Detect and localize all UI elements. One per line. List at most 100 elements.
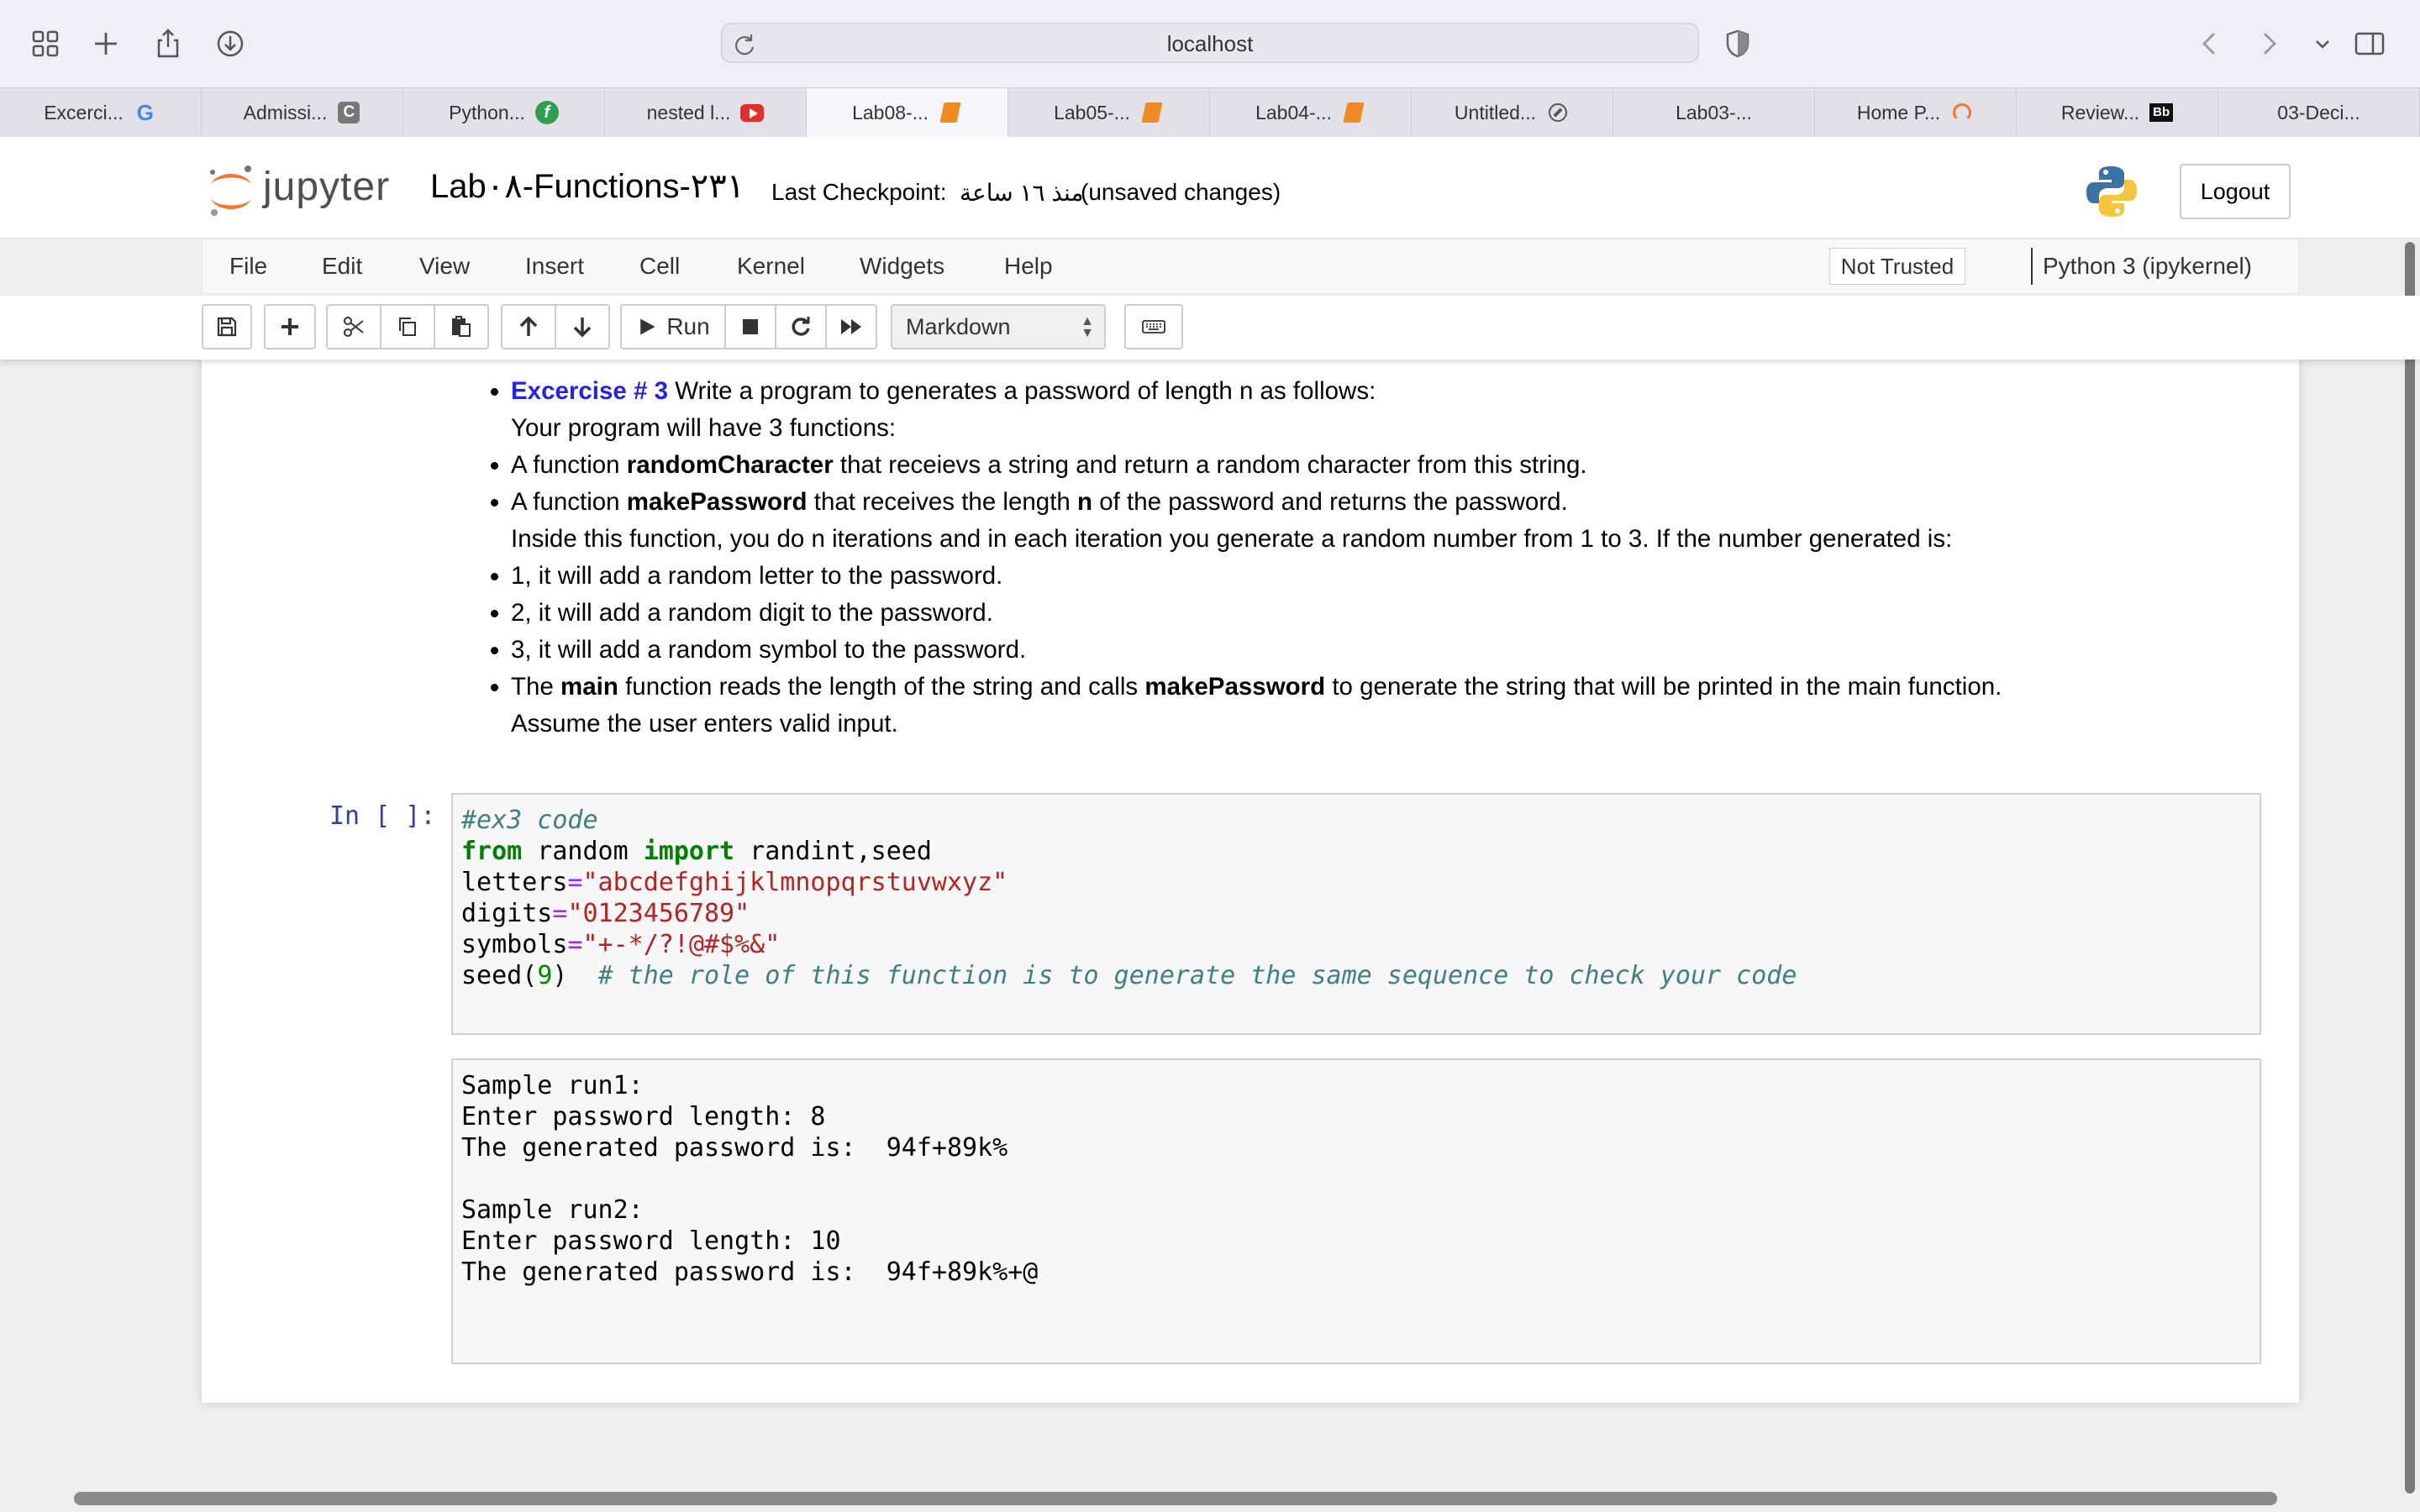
browser-tab[interactable]: Lab04-... xyxy=(1210,88,1412,137)
insert-cell-button[interactable] xyxy=(264,304,316,349)
jupyter-header: jupyter Lab٠٨-Functions-٢٣١ Last Checkpo… xyxy=(0,137,2420,239)
cell-type-value: Markdown xyxy=(906,314,1011,339)
fast-forward-icon xyxy=(841,319,861,334)
chevron-down-icon[interactable] xyxy=(2299,20,2346,67)
text: Inside this function, you do n iteration… xyxy=(511,525,1953,553)
text: A function xyxy=(511,451,627,479)
browser-tab-label: Lab03-... xyxy=(1676,101,1752,123)
restart-button[interactable] xyxy=(775,304,827,349)
cut-button[interactable] xyxy=(326,304,381,349)
output-text: Sample run1: Enter password length: 8 Th… xyxy=(453,1060,2260,1298)
share-icon[interactable] xyxy=(145,20,192,67)
notebook-icon xyxy=(1342,101,1365,124)
forward-icon[interactable] xyxy=(2245,20,2292,67)
browser-tab[interactable]: Python... f xyxy=(403,88,605,137)
plus-icon xyxy=(281,318,298,335)
notebook-name[interactable]: Lab٠٨-Functions-٢٣١ xyxy=(430,167,744,206)
trust-badge[interactable]: Not Trusted xyxy=(1829,248,1965,285)
privacy-shield-icon[interactable] xyxy=(1714,20,1761,67)
browser-tab-label: Lab08-... xyxy=(852,101,929,123)
text: that receievs a string and return a rand… xyxy=(833,451,1587,479)
list-item: A function makePassword that receives th… xyxy=(511,484,2252,558)
browser-tab-label: Untitled... xyxy=(1454,101,1537,123)
menu-file[interactable]: File xyxy=(229,253,267,280)
code-operator: = xyxy=(567,868,583,897)
play-icon xyxy=(640,318,655,335)
menu-kernel[interactable]: Kernel xyxy=(737,253,805,280)
keyboard-icon xyxy=(1142,320,1165,333)
code-cell[interactable]: #ex3 code from random import randint,see… xyxy=(451,793,2261,1035)
run-button[interactable]: Run xyxy=(620,304,726,349)
menu-edit[interactable]: Edit xyxy=(322,253,362,280)
menu-view[interactable]: View xyxy=(419,253,470,280)
browser-tab-label: Lab05-... xyxy=(1054,101,1130,123)
copy-button[interactable] xyxy=(380,304,435,349)
new-tab-icon[interactable] xyxy=(82,20,129,67)
sample-output-cell[interactable]: Sample run1: Enter password length: 8 Th… xyxy=(451,1058,2261,1364)
browser-tab[interactable]: 03-Deci... xyxy=(2218,88,2420,137)
interrupt-button[interactable] xyxy=(724,304,776,349)
code-string: "+-*/?!@#$%&" xyxy=(582,930,781,959)
back-icon[interactable] xyxy=(2186,20,2233,67)
autosave-status: (unsaved changes) xyxy=(1081,179,1281,205)
move-down-button[interactable] xyxy=(555,304,610,349)
jupyter-logo[interactable]: jupyter xyxy=(206,162,408,219)
checkpoint-time: منذ ١٦ ساعة xyxy=(960,180,1084,206)
download-icon[interactable] xyxy=(207,20,254,67)
markdown-cell[interactable]: Excercise # 3 Write a program to generat… xyxy=(487,373,2252,743)
browser-tab[interactable]: Admissi... C xyxy=(202,88,403,137)
browser-tab-label: Home P... xyxy=(1856,101,1941,123)
sidebar-toggle-icon[interactable] xyxy=(2346,20,2393,67)
menu-bar: File Edit View Insert Cell Kernel Widget… xyxy=(202,239,2299,294)
paste-button[interactable] xyxy=(434,304,489,349)
list-item: Excercise # 3 Write a program to generat… xyxy=(511,373,2252,447)
tab-overview-icon[interactable] xyxy=(22,20,69,67)
code-editor[interactable]: #ex3 code from random import randint,see… xyxy=(453,795,2260,1001)
browser-tab[interactable]: Home P... xyxy=(1815,88,2017,137)
code-text: ) xyxy=(552,961,598,990)
command-palette-button[interactable] xyxy=(1124,304,1183,349)
save-icon xyxy=(217,317,237,337)
save-button[interactable] xyxy=(202,304,252,349)
code-keyword: import xyxy=(643,837,735,866)
output-line: The generated password is: 94f+89k% xyxy=(461,1133,1008,1163)
browser-tab[interactable]: Lab08-... xyxy=(807,88,1008,137)
vertical-scrollbar-thumb[interactable] xyxy=(2405,242,2415,1494)
f-icon: f xyxy=(534,101,559,124)
notebook-toolbar: Run Markdown ▲ ▼ xyxy=(0,296,2420,360)
browser-tab-label: Excerci... xyxy=(44,101,124,123)
browser-tab[interactable]: Lab05-... xyxy=(1008,88,1210,137)
code-operator: = xyxy=(552,899,568,928)
output-line: Enter password length: 10 xyxy=(461,1226,841,1256)
menu-widgets[interactable]: Widgets xyxy=(860,253,944,280)
kernel-divider xyxy=(2031,248,2033,285)
browser-tab-label: Python... xyxy=(449,101,525,123)
bold-text: main xyxy=(560,673,618,701)
menu-cell[interactable]: Cell xyxy=(639,253,680,280)
output-line: Enter password length: 8 xyxy=(461,1102,826,1131)
menu-help[interactable]: Help xyxy=(1004,253,1053,280)
restart-run-all-button[interactable] xyxy=(825,304,877,349)
horizontal-scrollbar-thumb[interactable] xyxy=(74,1492,2277,1505)
browser-tab[interactable]: Review... Bb xyxy=(2017,88,2218,137)
address-bar[interactable]: localhost xyxy=(721,23,1699,63)
bb-icon: Bb xyxy=(2149,101,2174,124)
code-text: symbols xyxy=(461,930,568,959)
youtube-icon xyxy=(740,101,765,124)
text: to generate the string that will be prin… xyxy=(1325,673,2002,701)
arrow-up-icon xyxy=(519,316,538,336)
browser-tab[interactable]: Lab03-... xyxy=(1613,88,1815,137)
browser-tab[interactable]: nested l... xyxy=(605,88,807,137)
move-up-button[interactable] xyxy=(501,304,556,349)
cell-type-select[interactable]: Markdown ▲ ▼ xyxy=(891,304,1106,349)
browser-tab[interactable]: Excerci... G xyxy=(0,88,202,137)
menu-insert[interactable]: Insert xyxy=(525,253,584,280)
stop-icon xyxy=(743,319,758,334)
copy-icon xyxy=(399,318,416,336)
browser-tab[interactable]: Untitled... xyxy=(1412,88,1613,137)
kernel-name[interactable]: Python 3 (ipykernel) xyxy=(2043,253,2252,280)
exercise-intro-2: Your program will have 3 functions: xyxy=(511,414,897,442)
logout-button[interactable]: Logout xyxy=(2180,164,2291,219)
browser-toolbar: localhost xyxy=(0,0,2420,87)
vertical-scrollbar[interactable] xyxy=(2400,239,2420,1512)
